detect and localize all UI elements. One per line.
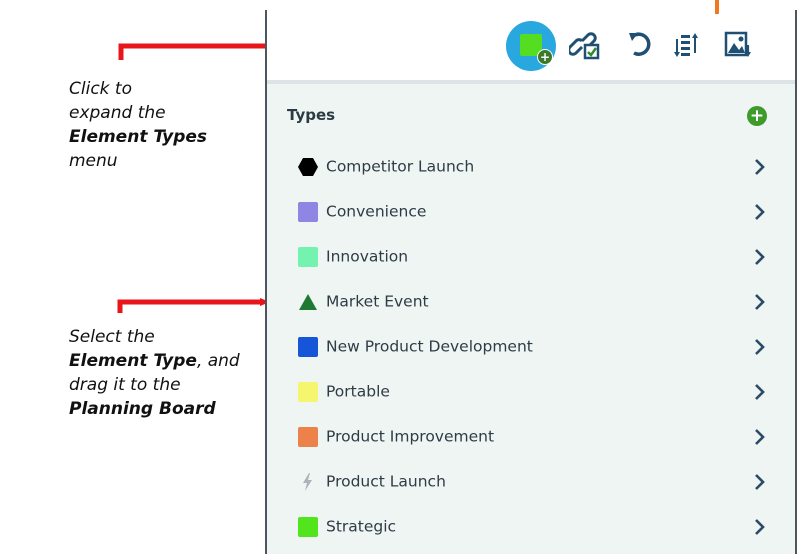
chevron-right-icon[interactable] — [753, 473, 765, 491]
add-type-button[interactable]: + — [747, 106, 767, 126]
type-item-label: Convenience — [326, 202, 427, 221]
type-item-label: Product Launch — [326, 472, 446, 491]
type-item-label: New Product Development — [326, 337, 533, 356]
color-swatch — [298, 246, 318, 267]
link-check-button[interactable] — [563, 21, 609, 67]
refresh-icon — [629, 32, 651, 56]
type-item-portable[interactable]: Portable — [267, 369, 795, 414]
color-swatch — [298, 336, 318, 357]
orange-marker — [715, 0, 719, 14]
type-item-product-improvement[interactable]: Product Improvement — [267, 414, 795, 459]
type-item-label: Strategic — [326, 517, 397, 536]
plus-icon: + — [537, 49, 553, 65]
chevron-right-icon[interactable] — [753, 383, 765, 401]
sort-button[interactable] — [664, 21, 710, 67]
color-swatch — [298, 516, 318, 537]
chevron-right-icon[interactable] — [753, 158, 765, 176]
refresh-button[interactable] — [617, 21, 663, 67]
types-list: Competitor Launch Convenience Innovation — [267, 144, 795, 549]
chevron-right-icon[interactable] — [753, 248, 765, 266]
hexagon-icon — [298, 157, 318, 176]
color-swatch — [298, 381, 318, 402]
chevron-right-icon[interactable] — [753, 518, 765, 536]
type-item-product-launch[interactable]: Product Launch — [267, 459, 795, 504]
image-export-icon — [724, 31, 751, 57]
type-item-label: Product Improvement — [326, 427, 495, 446]
type-item-strategic[interactable]: Strategic — [267, 504, 795, 549]
image-export-button[interactable] — [714, 21, 760, 67]
chevron-right-icon[interactable] — [753, 293, 765, 311]
element-types-panel: + Types + Competitor Launch Convenience … — [265, 0, 797, 554]
chevron-right-icon[interactable] — [753, 203, 765, 221]
triangle-icon — [299, 293, 317, 310]
type-item-new-product-development[interactable]: New Product Development — [267, 324, 795, 369]
link-check-icon — [569, 32, 600, 60]
type-item-label: Innovation — [326, 247, 409, 266]
type-item-label: Competitor Launch — [326, 157, 475, 176]
type-item-convenience[interactable]: Convenience — [267, 189, 795, 234]
type-item-innovation[interactable]: Innovation — [267, 234, 795, 279]
arrow-to-types-list — [117, 298, 270, 313]
type-item-label: Portable — [326, 382, 390, 401]
color-swatch — [298, 201, 318, 222]
chevron-right-icon[interactable] — [753, 338, 765, 356]
types-section: Types + Competitor Launch Convenience In… — [267, 84, 795, 554]
type-item-competitor-launch[interactable]: Competitor Launch — [267, 144, 795, 189]
toolbar: + — [267, 0, 795, 80]
lightning-icon — [303, 472, 312, 491]
chevron-right-icon[interactable] — [753, 428, 765, 446]
color-swatch — [298, 426, 318, 447]
sort-icon — [674, 33, 698, 57]
type-item-market-event[interactable]: Market Event — [267, 279, 795, 324]
types-header: Types — [287, 106, 336, 124]
type-item-label: Market Event — [326, 292, 429, 311]
